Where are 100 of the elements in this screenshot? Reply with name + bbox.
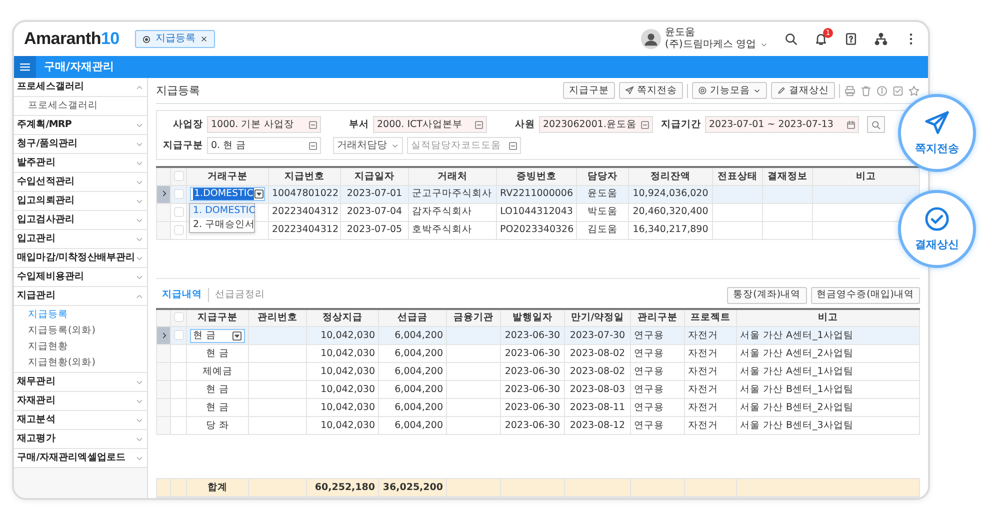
table-cell: 2023-06-30 — [500, 398, 564, 416]
column-header[interactable]: 지급일자 — [340, 167, 408, 185]
user-name: 윤도움 — [665, 27, 696, 39]
table-cell: 2023-07-01 — [340, 185, 408, 203]
sidebar-item[interactable]: 채무관리 — [14, 373, 147, 392]
table-cell: 2023-07-30 — [564, 326, 630, 344]
dropdown-field[interactable]: 1.DOMESTIC — [190, 187, 265, 201]
table-cell: 연구용 — [630, 326, 684, 344]
sidebar-item[interactable]: 발주관리 — [14, 154, 147, 173]
table-cell: PO2023340326 — [496, 221, 576, 239]
column-header[interactable]: 지급구분 — [186, 308, 248, 326]
toolbar-button[interactable]: 지급구분 — [563, 82, 615, 99]
toolbar-button[interactable]: 쪽지전송 — [619, 82, 683, 99]
toolbar-button[interactable]: 통장(계좌)내역 — [727, 286, 807, 304]
table-cell: 호박주식회사 — [408, 221, 496, 239]
table-cell: 2023-08-02 — [564, 344, 630, 362]
table-cell: 2023-06-30 — [500, 380, 564, 398]
sidebar-item[interactable]: 지급관리 — [14, 287, 147, 306]
input-field[interactable]: 2000. ICT사업본부 — [373, 116, 487, 133]
table-cell: 20223404312 — [268, 221, 340, 239]
tab[interactable]: 선급금정리 — [209, 289, 271, 301]
table-cell: LO1044312043 — [496, 203, 576, 221]
column-header[interactable]: 선급금 — [378, 308, 446, 326]
table-cell: 서울 가산 B센터_1사업팀 — [736, 380, 920, 398]
column-header[interactable]: 증빙번호 — [496, 167, 576, 185]
table-cell: 자전거 — [684, 344, 736, 362]
dropdown-option[interactable]: 1. DOMESTIC — [190, 204, 254, 218]
column-header[interactable]: 담당자 — [576, 167, 628, 185]
dropdown-field[interactable]: 현 금 — [190, 328, 245, 342]
column-header[interactable]: 발행일자 — [500, 308, 564, 326]
table-cell: 서울 가산 A센터_1사업팀 — [736, 362, 920, 380]
sidebar-item[interactable]: 주계획/MRP — [14, 116, 147, 135]
column-header[interactable]: 비고 — [812, 167, 920, 185]
sidebar-item[interactable]: 매입마감/미착정산배부관리 — [14, 249, 147, 268]
table-cell: 자전거 — [684, 362, 736, 380]
sidebar-item[interactable]: 청구/품의관리 — [14, 135, 147, 154]
dropdown-option[interactable]: 2. 구매승인서 — [190, 218, 254, 232]
column-header[interactable]: 거래처 — [408, 167, 496, 185]
column-header[interactable]: 결재정보 — [762, 167, 812, 185]
table-cell: 제예금 — [186, 362, 248, 380]
table-cell: 10,042,030 — [306, 416, 378, 434]
table-cell: 서울 가산 B센터_3사업팀 — [736, 416, 920, 434]
table-cell: 연구용 — [630, 416, 684, 434]
table-cell: 연구용 — [630, 344, 684, 362]
table-cell: 10,042,030 — [306, 344, 378, 362]
column-header[interactable]: 관리구분 — [630, 308, 684, 326]
column-header[interactable]: 만기/약정일 — [564, 308, 630, 326]
sidebar-item[interactable]: 프로세스갤러리 — [14, 78, 147, 97]
table-cell: 6,004,200 — [378, 326, 446, 344]
module-title: 구매/자재관리 — [44, 60, 114, 74]
sidebar-item[interactable]: 자재관리 — [14, 392, 147, 411]
sidebar-item[interactable]: 구매/자재관리엑셀업로드 — [14, 449, 147, 468]
column-header[interactable]: 관리번호 — [248, 308, 306, 326]
table-cell: 10,924,036,020 — [628, 185, 712, 203]
toolbar-button[interactable]: 현금영수증(매입)내역 — [810, 286, 920, 304]
input-field[interactable]: 2023062001.윤도움 — [539, 116, 653, 133]
table-cell: 2023-07-05 — [340, 221, 408, 239]
table-cell: 2023-06-30 — [500, 344, 564, 362]
column-header[interactable]: 정상지급 — [306, 308, 378, 326]
sidebar-item[interactable]: 수입제비용관리 — [14, 268, 147, 287]
select-field[interactable]: 거래처담당 — [333, 137, 403, 154]
table-cell: 서울 가산 A센터_1사업팀 — [736, 326, 920, 344]
column-header[interactable]: 지급번호 — [268, 167, 340, 185]
sidebar-item[interactable]: 입고의뢰관리 — [14, 192, 147, 211]
total-cell: 60,252,180 — [306, 478, 378, 496]
input-field[interactable]: 1000. 기본 사업장 — [207, 116, 321, 133]
floating-action-button[interactable]: 결재상신 — [898, 190, 976, 268]
tab[interactable]: 지급등록 — [135, 30, 216, 48]
input-field[interactable]: 0. 현 금 — [207, 137, 321, 154]
table-cell: 10,042,030 — [306, 362, 378, 380]
column-header[interactable]: 거래구분 — [186, 167, 268, 185]
input-field[interactable]: 실적담당자코드도움 — [407, 137, 521, 154]
table-cell: 감자주식회사 — [408, 203, 496, 221]
table-cell: 10,042,030 — [306, 398, 378, 416]
sidebar-item[interactable]: 수입선적관리 — [14, 173, 147, 192]
field-label: 부서 — [348, 118, 369, 130]
user-company: (주)드림마케스 영업 — [665, 39, 756, 51]
table-cell: 6,004,200 — [378, 380, 446, 398]
column-header[interactable]: 정리잔액 — [628, 167, 712, 185]
table-cell: 자전거 — [684, 380, 736, 398]
floating-action-button[interactable]: 쪽지전송 — [898, 94, 976, 172]
toolbar-button[interactable]: 결재상신 — [771, 82, 835, 99]
table-cell: 2023-06-30 — [500, 326, 564, 344]
table-cell: 10047801022 — [268, 185, 340, 203]
column-header[interactable]: 비고 — [736, 308, 920, 326]
column-header[interactable]: 금융기관 — [446, 308, 500, 326]
column-header[interactable]: 전표상태 — [712, 167, 762, 185]
sidebar-item[interactable]: 입고검사관리 — [14, 211, 147, 230]
input-field[interactable]: 2023-07-01 ~ 2023-07-13 — [705, 116, 859, 133]
table-cell: 10,042,030 — [306, 326, 378, 344]
page-title: 지급등록 — [156, 84, 200, 98]
sidebar-item[interactable]: 입고관리 — [14, 230, 147, 249]
table-cell: 2023-07-04 — [340, 203, 408, 221]
column-header[interactable]: 프로젝트 — [684, 308, 736, 326]
sidebar-item[interactable]: 재고분석 — [14, 411, 147, 430]
toolbar-button[interactable]: 기능모음 — [692, 82, 767, 99]
logo: Amaranth10 — [24, 28, 120, 50]
table-cell: 자전거 — [684, 416, 736, 434]
sidebar-item[interactable]: 재고평가 — [14, 430, 147, 449]
table-cell: 6,004,200 — [378, 344, 446, 362]
